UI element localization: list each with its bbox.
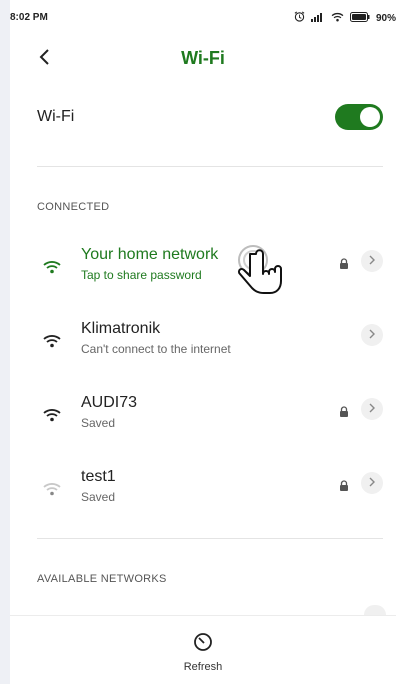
status-bar: 8:02 PM 90%: [10, 0, 396, 30]
section-available: AVAILABLE NETWORKS: [37, 573, 167, 585]
lock-icon: [339, 257, 349, 275]
section-connected: CONNECTED: [37, 201, 110, 213]
signal-icon: [310, 12, 325, 25]
lock-icon: [339, 405, 349, 423]
network-item[interactable]: Your home network Tap to share password: [37, 244, 383, 298]
battery-percent: 90%: [375, 12, 396, 24]
wifi-status-icon: [331, 12, 344, 25]
page-title: Wi-Fi: [181, 48, 225, 68]
chevron-right-icon: [369, 400, 375, 418]
chevron-right-icon: [369, 252, 375, 270]
wifi-settings-screen: 8:02 PM 90% Wi-Fi Wi-Fi CONNECTED Your h…: [10, 0, 396, 684]
partial-network-details-button: [364, 605, 386, 615]
network-status: Saved: [81, 416, 116, 430]
network-details-button[interactable]: [361, 324, 383, 346]
wifi-signal-icon: [43, 334, 61, 353]
bottom-bar: Refresh: [10, 615, 396, 684]
wifi-toggle-row: Wi-Fi: [37, 98, 383, 138]
network-item[interactable]: Klimatronik Can't connect to the interne…: [37, 318, 383, 372]
battery-icon: [349, 11, 370, 25]
wifi-signal-icon: [43, 260, 61, 279]
divider: [37, 538, 383, 539]
status-time: 8:02 PM: [10, 12, 48, 23]
network-name: Klimatronik: [81, 320, 161, 337]
alarm-icon: [294, 11, 305, 25]
divider: [37, 166, 383, 167]
wifi-signal-icon: [43, 408, 61, 427]
wifi-toggle-switch[interactable]: [335, 104, 383, 130]
toggle-knob: [360, 107, 380, 127]
network-status: Saved: [81, 490, 116, 504]
lock-icon: [339, 479, 349, 497]
network-item[interactable]: test1 Saved: [37, 466, 383, 520]
network-details-button[interactable]: [361, 250, 383, 272]
refresh-icon: [193, 632, 213, 657]
network-status: Tap to share password: [81, 268, 202, 282]
network-name: test1: [81, 468, 116, 485]
refresh-button[interactable]: Refresh: [10, 632, 396, 673]
network-name: AUDI73: [81, 394, 138, 411]
wifi-toggle-label: Wi-Fi: [37, 108, 75, 125]
network-name: Your home network: [81, 246, 219, 263]
wifi-signal-icon: [43, 482, 61, 501]
header: Wi-Fi: [10, 44, 396, 78]
refresh-label: Refresh: [183, 661, 223, 673]
tap-hand-icon: [233, 240, 293, 305]
status-icons: 90%: [294, 11, 396, 25]
chevron-right-icon: [369, 326, 375, 344]
network-details-button[interactable]: [361, 472, 383, 494]
network-details-button[interactable]: [361, 398, 383, 420]
network-item[interactable]: AUDI73 Saved: [37, 392, 383, 446]
chevron-right-icon: [369, 474, 375, 492]
network-status: Can't connect to the internet: [81, 342, 231, 356]
